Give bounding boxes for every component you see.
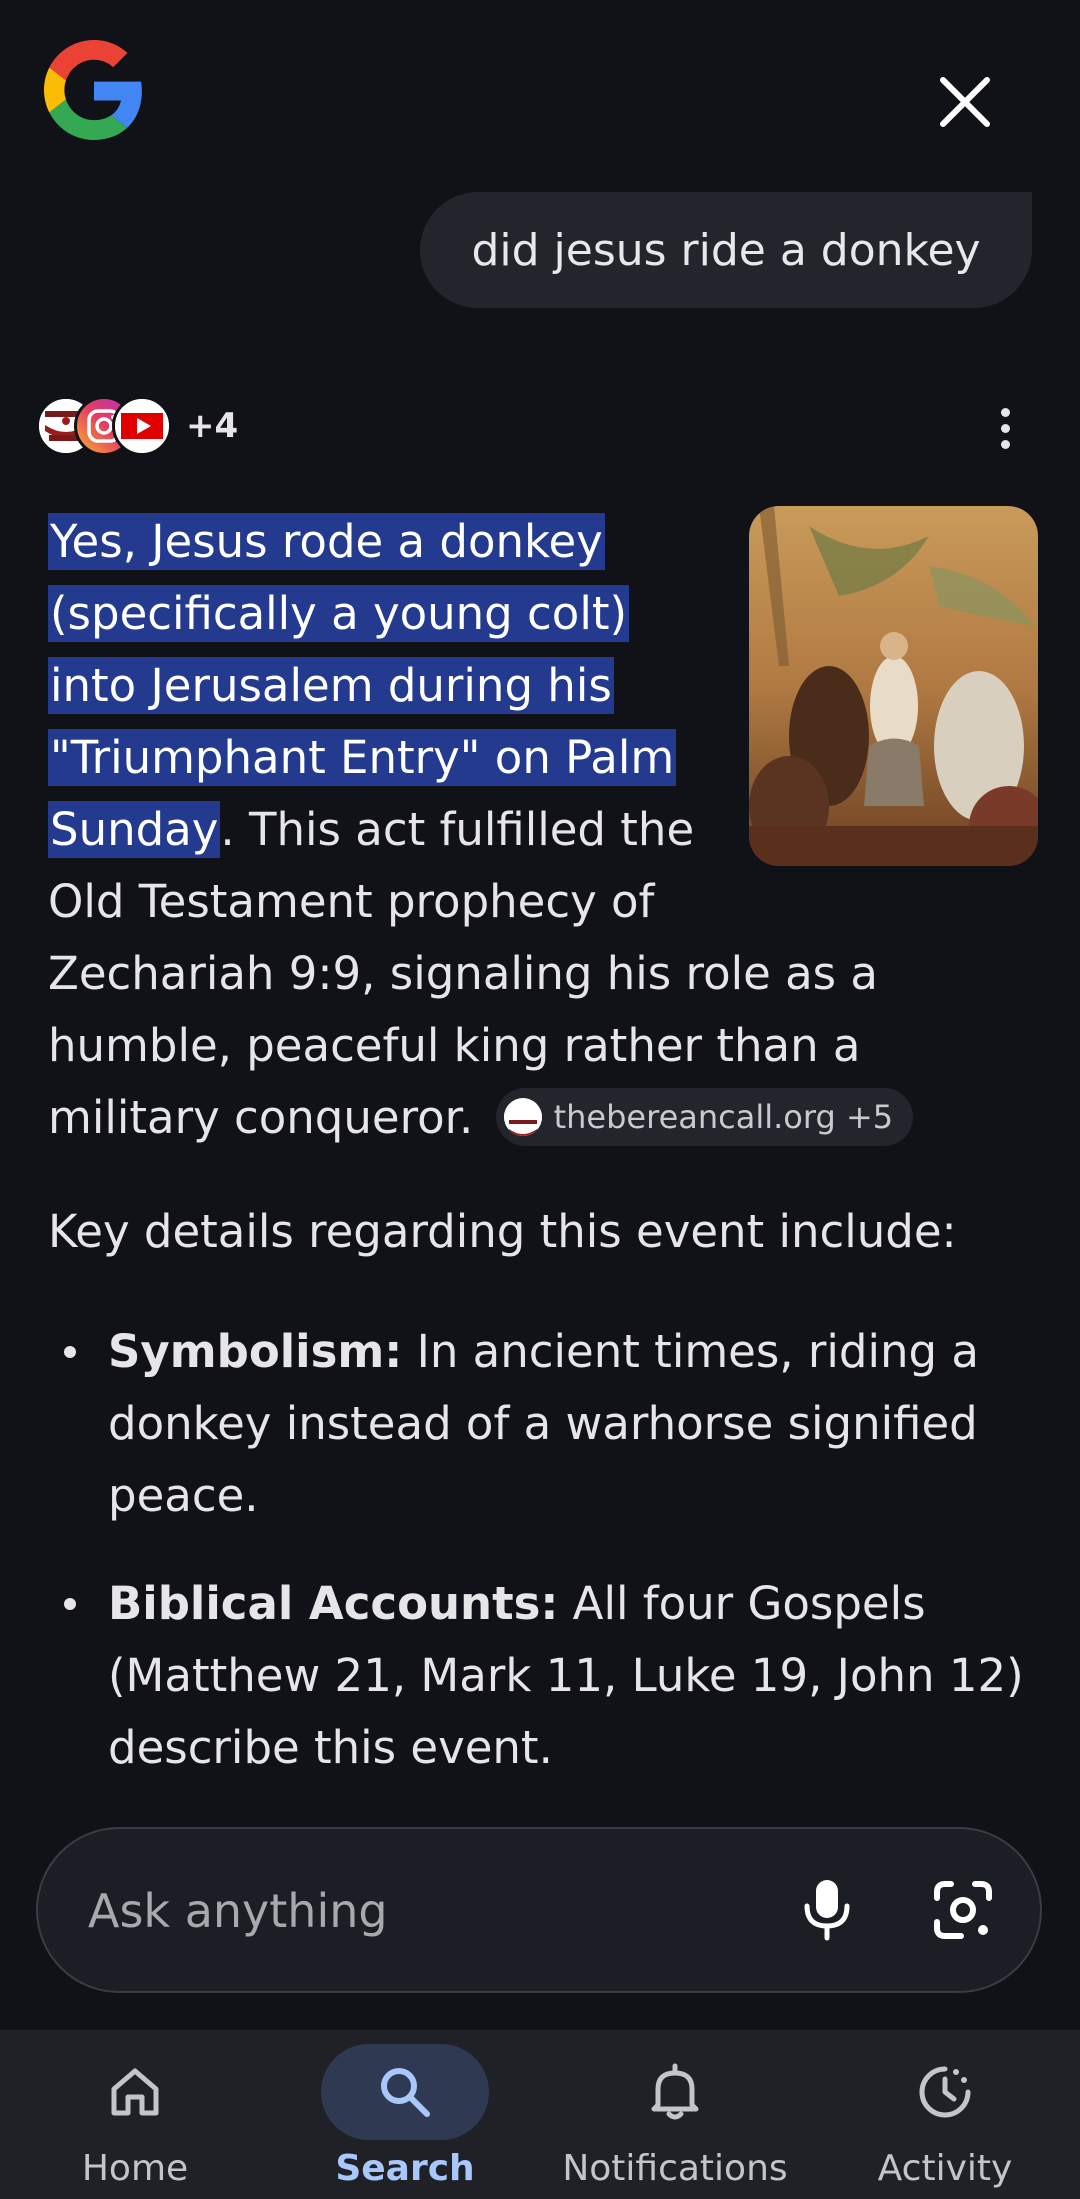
search-icon: [381, 2068, 430, 2117]
highlight-line-1: Yes, Jesus rode a donkey: [48, 513, 605, 570]
highlight-line-5: Sunday: [48, 801, 221, 858]
youtube-icon: [112, 396, 172, 456]
details-list: Symbolism: In ancient times, riding a do…: [48, 1316, 1038, 1784]
google-g-icon: [44, 40, 144, 140]
screen: did jesus ride a donkey +4 Yes, Jesus ro…: [0, 0, 1080, 2199]
microphone-icon: [804, 1880, 850, 1941]
highlight-line-3: into Jerusalem during his: [48, 657, 614, 714]
more-options-icon[interactable]: [985, 398, 1025, 458]
more-sources-count: +4: [186, 406, 239, 446]
bell-icon: [651, 2063, 699, 2120]
list-item-term: Biblical Accounts:: [108, 1577, 559, 1630]
home-icon: [111, 2068, 159, 2116]
close-icon: [940, 77, 990, 127]
highlight-line-2: (specifically a young colt): [48, 585, 630, 642]
nav-label-search: Search: [335, 2148, 475, 2189]
ask-bar: [36, 1827, 1042, 1993]
activity-icon: [919, 2066, 971, 2118]
google-lens-icon: [934, 1881, 992, 1939]
nav-item-activity[interactable]: Activity: [810, 2030, 1080, 2199]
lens-search-button[interactable]: [918, 1865, 1008, 1955]
query-text: did jesus ride a donkey: [471, 224, 981, 276]
citation-chip[interactable]: thebereancall.org +5: [495, 1088, 914, 1146]
thebereancall-icon: [503, 1098, 542, 1136]
answer-image[interactable]: [749, 506, 1038, 866]
highlight-line-4: "Triumphant Entry" on Palm: [48, 729, 677, 786]
nav-item-notifications[interactable]: Notifications: [540, 2030, 810, 2199]
bottom-nav: Home Search Notifications Activity: [0, 2030, 1080, 2199]
nav-item-home[interactable]: Home: [0, 2030, 270, 2199]
nav-label-activity: Activity: [877, 2148, 1013, 2189]
ask-input[interactable]: [86, 1829, 770, 1993]
voice-search-button[interactable]: [782, 1865, 872, 1955]
query-bubble: did jesus ride a donkey: [420, 192, 1032, 308]
close-button[interactable]: [925, 62, 1005, 142]
list-item-term: Symbolism:: [108, 1325, 403, 1378]
source-icons[interactable]: +4: [36, 394, 238, 458]
nav-label-home: Home: [81, 2148, 189, 2189]
nav-item-search[interactable]: Search: [270, 2030, 540, 2199]
nav-label-notifications: Notifications: [562, 2148, 788, 2189]
citation-text: thebereancall.org +5: [553, 1098, 894, 1136]
ai-answer: Yes, Jesus rode a donkey (specifically a…: [48, 506, 1038, 1820]
list-item: Symbolism: In ancient times, riding a do…: [64, 1316, 1038, 1532]
details-intro: Key details regarding this event include…: [48, 1205, 957, 1258]
list-item: Biblical Accounts: All four Gospels (Mat…: [64, 1568, 1038, 1784]
